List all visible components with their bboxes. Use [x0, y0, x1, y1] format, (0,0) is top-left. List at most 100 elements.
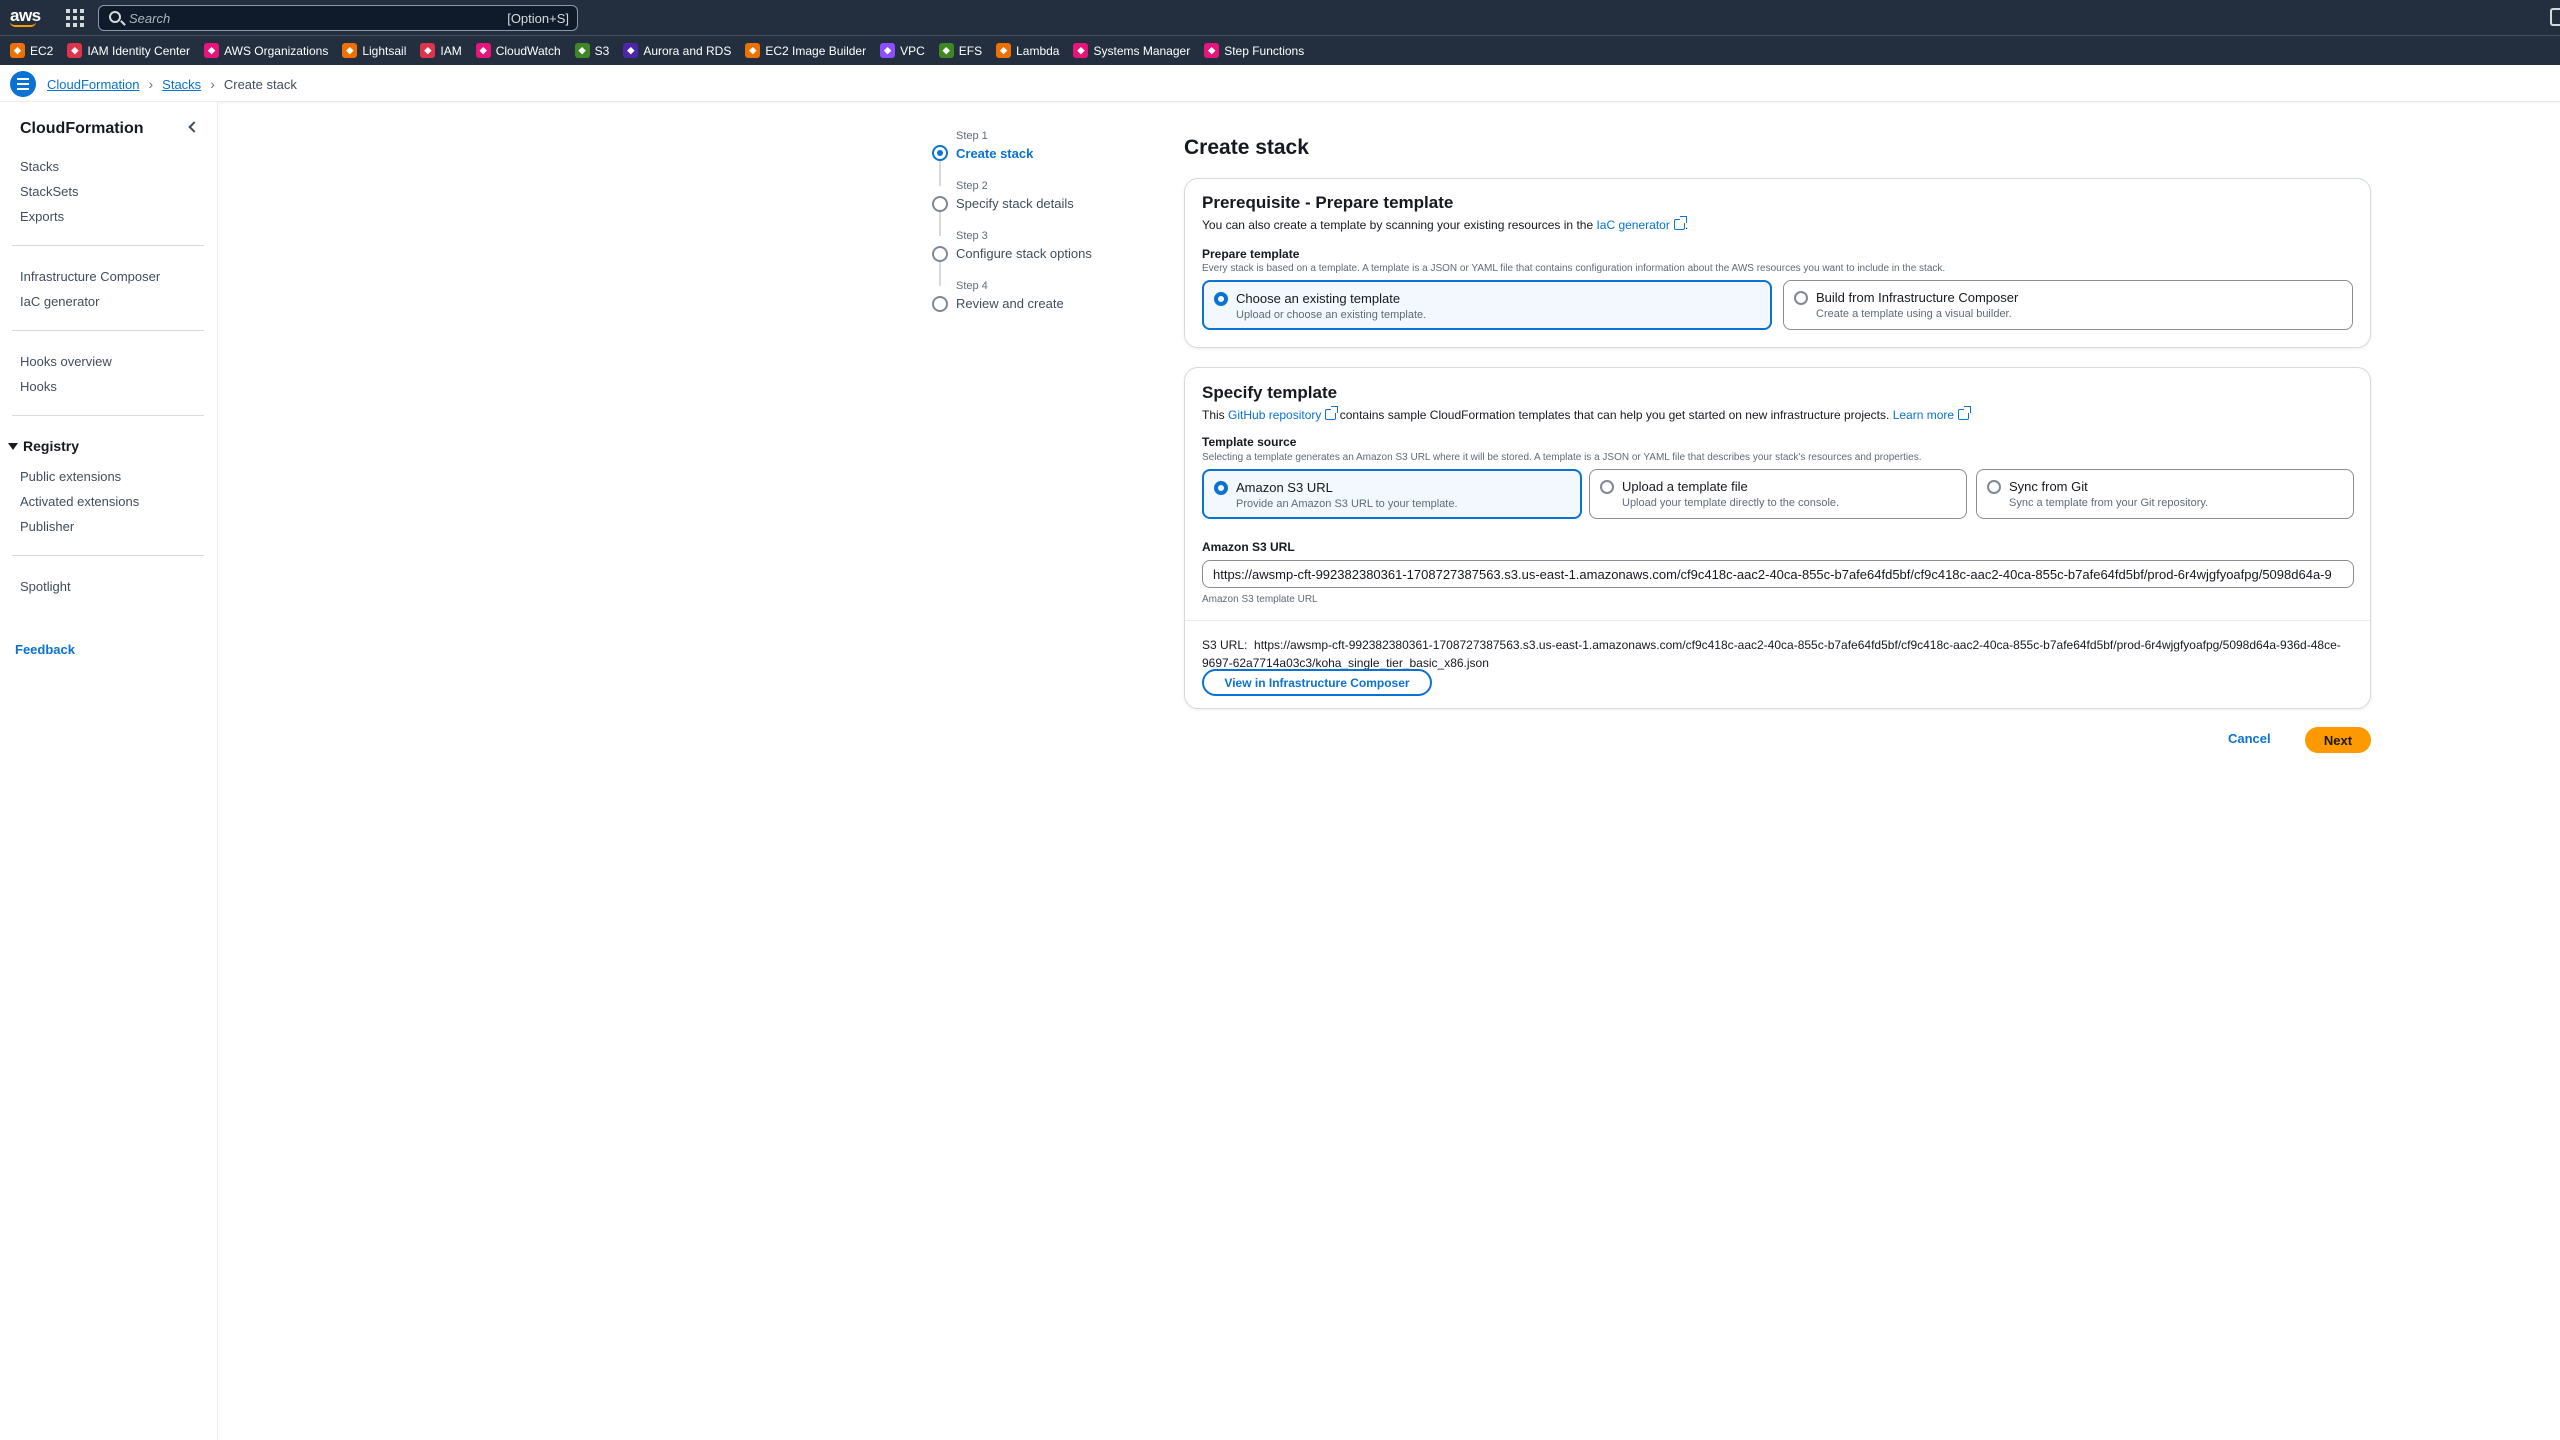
- radio-button[interactable]: [1794, 291, 1808, 305]
- option-build-from-infrastructure-composer[interactable]: Build from Infrastructure Composer Creat…: [1783, 280, 2353, 330]
- sidebar-item-stacks[interactable]: Stacks: [20, 159, 59, 174]
- favorite-label: Lambda: [1016, 43, 1060, 58]
- favorite-organizations[interactable]: ◆ AWS Organizations: [204, 43, 328, 58]
- sidebar-divider: [12, 245, 204, 246]
- sidebar-item-hooks[interactable]: Hooks: [20, 379, 57, 394]
- option-title: Build from Infrastructure Composer: [1816, 290, 2019, 305]
- step-3-number: Step 3: [956, 230, 988, 242]
- step-connector: [939, 161, 941, 186]
- github-repository-link[interactable]: GitHub repository: [1228, 408, 1321, 422]
- view-in-infrastructure-composer-button[interactable]: View in Infrastructure Composer: [1202, 669, 1432, 696]
- favorite-label: VPC: [900, 43, 925, 58]
- panel-toggle-icon[interactable]: [2550, 8, 2560, 26]
- step-functions-icon: ◆: [1204, 43, 1220, 58]
- favorite-cloudwatch[interactable]: ◆ CloudWatch: [475, 43, 561, 58]
- option-description: Sync a template from your Git repository…: [2009, 497, 2209, 509]
- collapse-sidebar-icon[interactable]: [185, 119, 201, 135]
- s3-url-label: S3 URL:: [1202, 638, 1248, 652]
- option-choose-existing-template[interactable]: Choose an existing template Upload or ch…: [1202, 280, 1772, 330]
- next-button[interactable]: Next: [2305, 727, 2371, 753]
- chevron-right-icon: ›: [148, 76, 154, 92]
- caret-down-icon: [8, 443, 18, 450]
- step-1-number: Step 1: [956, 130, 988, 142]
- option-amazon-s3-url[interactable]: Amazon S3 URL Provide an Amazon S3 URL t…: [1202, 469, 1582, 519]
- favorite-label: Systems Manager: [1093, 43, 1191, 58]
- sidebar-section-registry[interactable]: Registry: [8, 438, 79, 454]
- top-navigation: aws [Option+S]: [0, 0, 2560, 35]
- favorite-label: IAM: [440, 43, 462, 58]
- favorite-vpc[interactable]: ◆ VPC: [880, 43, 925, 58]
- step-1-label[interactable]: Create stack: [956, 146, 1033, 161]
- favorite-efs[interactable]: ◆ EFS: [938, 43, 983, 58]
- option-sync-from-git[interactable]: Sync from Git Sync a template from your …: [1976, 469, 2354, 519]
- favorite-lambda[interactable]: ◆ Lambda: [996, 43, 1059, 58]
- favorite-label: Step Functions: [1224, 43, 1305, 58]
- breadcrumb-cloudformation[interactable]: CloudFormation: [47, 77, 140, 92]
- sidebar-item-public-extensions[interactable]: Public extensions: [20, 469, 121, 484]
- external-link-icon: [1958, 406, 1972, 420]
- cancel-button[interactable]: Cancel: [2228, 731, 2271, 746]
- favorite-iam-identity-center[interactable]: ◆ IAM Identity Center: [67, 43, 190, 58]
- favorite-s3[interactable]: ◆ S3: [574, 43, 609, 58]
- step-2-indicator: [932, 196, 948, 212]
- radio-button[interactable]: [1214, 292, 1228, 306]
- radio-button[interactable]: [1600, 480, 1614, 494]
- s3-icon: ◆: [574, 43, 590, 58]
- sidebar-divider: [12, 330, 204, 331]
- vpc-icon: ◆: [880, 43, 896, 58]
- sidebar-item-hooks-overview[interactable]: Hooks overview: [20, 354, 112, 369]
- favorite-step-functions[interactable]: ◆ Step Functions: [1204, 43, 1304, 58]
- breadcrumb-stacks[interactable]: Stacks: [162, 77, 201, 92]
- amazon-s3-url-input[interactable]: [1202, 560, 2354, 588]
- aws-logo-text: aws: [10, 6, 41, 25]
- favorite-image-builder[interactable]: ◆ EC2 Image Builder: [745, 43, 866, 58]
- step-connector: [939, 211, 941, 236]
- rds-icon: ◆: [623, 43, 639, 58]
- step-1-indicator: [932, 145, 948, 161]
- prerequisite-desc-text: You can also create a template by scanni…: [1202, 218, 1597, 232]
- registry-label: Registry: [23, 438, 80, 454]
- specify-template-description: This GitHub repository contains sample C…: [1202, 406, 1972, 422]
- favorite-ec2[interactable]: ◆ EC2: [10, 43, 53, 58]
- sidebar-item-exports[interactable]: Exports: [20, 209, 64, 224]
- option-description: Create a template using a visual builder…: [1816, 308, 2012, 320]
- favorite-systems-manager[interactable]: ◆ Systems Manager: [1073, 43, 1190, 58]
- amazon-s3-url-label: Amazon S3 URL: [1202, 540, 1295, 554]
- prepare-template-hint: Every stack is based on a template. A te…: [1202, 263, 1946, 274]
- favorite-rds[interactable]: ◆ Aurora and RDS: [623, 43, 731, 58]
- favorite-label: EFS: [958, 43, 983, 58]
- favorites-bar: ◆ EC2 ◆ IAM Identity Center ◆ AWS Organizatio…: [0, 35, 2560, 65]
- favorite-iam[interactable]: ◆ IAM: [420, 43, 462, 58]
- sidebar-divider: [12, 415, 204, 416]
- sidebar-item-activated-extensions[interactable]: Activated extensions: [20, 494, 139, 509]
- specify-template-panel: Specify template This GitHub repository …: [1184, 367, 2371, 709]
- aws-logo[interactable]: aws: [10, 6, 41, 27]
- sidebar-item-iac-generator[interactable]: IaC generator: [20, 294, 100, 309]
- option-upload-template-file[interactable]: Upload a template file Upload your templ…: [1589, 469, 1967, 519]
- option-description: Upload your template directly to the con…: [1622, 497, 1840, 509]
- radio-button[interactable]: [1214, 481, 1228, 495]
- sidebar-item-publisher[interactable]: Publisher: [20, 519, 74, 534]
- breadcrumb-current: Create stack: [223, 76, 297, 92]
- sidebar-item-spotlight[interactable]: Spotlight: [20, 579, 71, 594]
- learn-more-link[interactable]: Learn more: [1893, 408, 1954, 422]
- services-grid-icon[interactable]: [66, 9, 84, 27]
- sidebar-item-infrastructure-composer[interactable]: Infrastructure Composer: [20, 269, 160, 284]
- favorite-lightsail[interactable]: ◆ Lightsail: [342, 43, 406, 58]
- favorite-label: EC2: [30, 43, 54, 58]
- favorite-label: CloudWatch: [495, 43, 561, 58]
- feedback-link[interactable]: Feedback: [15, 642, 75, 657]
- favorite-label: EC2 Image Builder: [765, 43, 867, 58]
- prerequisite-heading: Prerequisite - Prepare template: [1202, 193, 1454, 212]
- global-search[interactable]: [Option+S]: [98, 5, 578, 31]
- sidebar-item-stacksets[interactable]: StackSets: [20, 184, 79, 199]
- navigation-menu-button[interactable]: [10, 71, 36, 97]
- cloudwatch-icon: ◆: [475, 43, 491, 58]
- s3-url-value: https://awsmp-cft-992382380361-170872738…: [1202, 638, 2341, 670]
- iac-generator-link[interactable]: IaC generator: [1596, 218, 1669, 232]
- radio-button[interactable]: [1987, 480, 2001, 494]
- lightsail-icon: ◆: [342, 43, 358, 58]
- search-input[interactable]: [129, 9, 429, 27]
- organizations-icon: ◆: [204, 43, 220, 58]
- breadcrumb: CloudFormation › Stacks › Create stack: [47, 76, 297, 92]
